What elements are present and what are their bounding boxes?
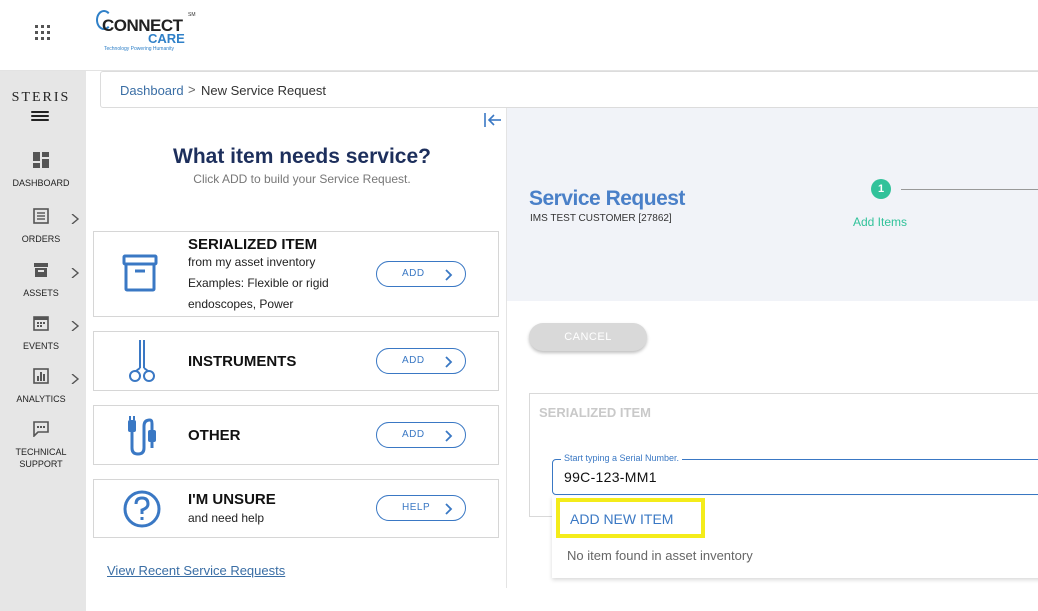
cancel-button[interactable]: CANCEL — [529, 323, 647, 351]
button-label: ADD — [402, 429, 425, 440]
serial-number-value[interactable]: 99C-123-MM1 — [564, 469, 657, 485]
sidebar-label-orders: ORDERS — [21, 234, 61, 244]
add-serialized-button[interactable]: ADD — [376, 261, 466, 287]
help-button[interactable]: HELP — [376, 495, 466, 521]
sidebar-item-dashboard[interactable]: DASHBOARD — [0, 152, 82, 189]
section-title: SERIALIZED ITEM — [539, 405, 651, 420]
service-request-header: Service Request IMS TEST CUSTOMER [27862… — [507, 108, 1038, 301]
breadcrumb: Dashboard > New Service Request — [100, 71, 1038, 108]
sidebar-item-assets[interactable]: ASSETS — [0, 262, 82, 299]
chevron-right-icon[interactable] — [70, 374, 80, 384]
card-title-instruments: INSTRUMENTS — [188, 353, 297, 370]
logo-sm-mark: SM — [188, 12, 196, 18]
chevron-right-icon[interactable] — [70, 214, 80, 224]
service-request-panel: Service Request IMS TEST CUSTOMER [27862… — [506, 108, 1038, 588]
top-bar: CONNECT CARE SM Technology Powering Huma… — [0, 0, 1038, 71]
forceps-icon — [129, 340, 155, 382]
breadcrumb-separator: > — [188, 82, 196, 97]
assets-icon — [34, 263, 48, 277]
serial-number-input[interactable]: Start typing a Serial Number. 99C-123-MM… — [552, 453, 1038, 495]
logo-tagline: Technology Powering Humanity — [104, 46, 175, 52]
customer-name: IMS TEST CUSTOMER [27862] — [530, 213, 672, 224]
add-instruments-button[interactable]: ADD — [376, 348, 466, 374]
connect-care-logo[interactable]: CONNECT CARE SM Technology Powering Huma… — [96, 8, 206, 56]
add-new-item-label: ADD NEW ITEM — [570, 511, 674, 527]
service-request-title: Service Request — [529, 187, 685, 210]
card-title-other: OTHER — [188, 427, 241, 444]
step-label-add-items: Add Items — [853, 215, 908, 229]
button-label: HELP — [402, 502, 431, 513]
sidebar-label-events: EVENTS — [22, 341, 59, 351]
cable-icon — [128, 416, 156, 456]
breadcrumb-link-dashboard[interactable]: Dashboard — [120, 83, 184, 98]
button-label: ADD — [402, 268, 425, 279]
serial-number-label: Start typing a Serial Number. — [561, 453, 683, 463]
breadcrumb-current: New Service Request — [201, 83, 326, 98]
autocomplete-dropdown: ADD NEW ITEM No item found in asset inve… — [552, 496, 1038, 578]
sidebar-label-assets: ASSETS — [23, 288, 59, 298]
page-title: What item needs service? — [173, 145, 431, 168]
view-recent-requests-link[interactable]: View Recent Service Requests — [107, 563, 285, 578]
question-circle-icon — [123, 490, 161, 528]
app-launcher-icon[interactable] — [35, 25, 50, 40]
logo-word-care: CARE — [148, 31, 185, 46]
calendar-icon — [33, 316, 49, 331]
chat-icon — [33, 421, 49, 437]
chevron-right-icon[interactable] — [70, 321, 80, 331]
archive-box-icon — [122, 254, 158, 292]
orders-icon — [33, 208, 49, 224]
card-unsure: I'M UNSURE and need help HELP — [93, 479, 499, 538]
chevron-right-icon — [445, 356, 453, 368]
add-new-item-option[interactable]: ADD NEW ITEM — [556, 498, 705, 538]
page-subtitle: Click ADD to build your Service Request. — [193, 172, 411, 186]
card-other: OTHER ADD — [93, 405, 499, 465]
chevron-right-icon[interactable] — [70, 268, 80, 278]
card-desc-line2: Examples: Flexible or rigid — [188, 276, 329, 290]
sidebar-item-orders[interactable]: ORDERS — [0, 208, 82, 245]
analytics-icon — [33, 368, 49, 384]
steris-mark-icon — [31, 111, 49, 125]
dashboard-icon — [33, 152, 49, 168]
card-serialized-item: SERIALIZED ITEM from my asset inventory … — [93, 231, 499, 317]
card-title-serialized: SERIALIZED ITEM — [188, 236, 318, 253]
chevron-right-icon — [445, 269, 453, 281]
chevron-right-icon — [445, 503, 453, 515]
card-title-unsure: I'M UNSURE — [188, 491, 276, 508]
sidebar-item-events[interactable]: EVENTS — [0, 315, 82, 352]
sidebar: STERIS DASHBOARD ORDERS ASSETS EVENTS AN… — [0, 71, 86, 611]
sidebar-label-analytics: ANALYTICS — [16, 394, 66, 404]
no-item-found-message: No item found in asset inventory — [567, 548, 753, 563]
add-other-button[interactable]: ADD — [376, 422, 466, 448]
chevron-right-icon — [445, 430, 453, 442]
card-desc-line3: endoscopes, Power — [188, 297, 294, 311]
card-desc-line1: from my asset inventory — [188, 255, 316, 269]
card-instruments: INSTRUMENTS ADD — [93, 331, 499, 391]
step-indicator: 1 — [871, 179, 891, 199]
sidebar-item-technical-support[interactable]: TECHNICAL SUPPORT — [0, 421, 82, 470]
steris-logo-text: STERIS — [11, 90, 71, 105]
sidebar-label-dashboard: DASHBOARD — [12, 178, 70, 188]
sidebar-item-analytics[interactable]: ANALYTICS — [0, 368, 82, 405]
sidebar-label-technical-support: TECHNICAL SUPPORT — [15, 447, 67, 469]
card-desc-unsure: and need help — [188, 511, 265, 525]
step-connector — [901, 189, 1038, 190]
button-label: ADD — [402, 355, 425, 366]
